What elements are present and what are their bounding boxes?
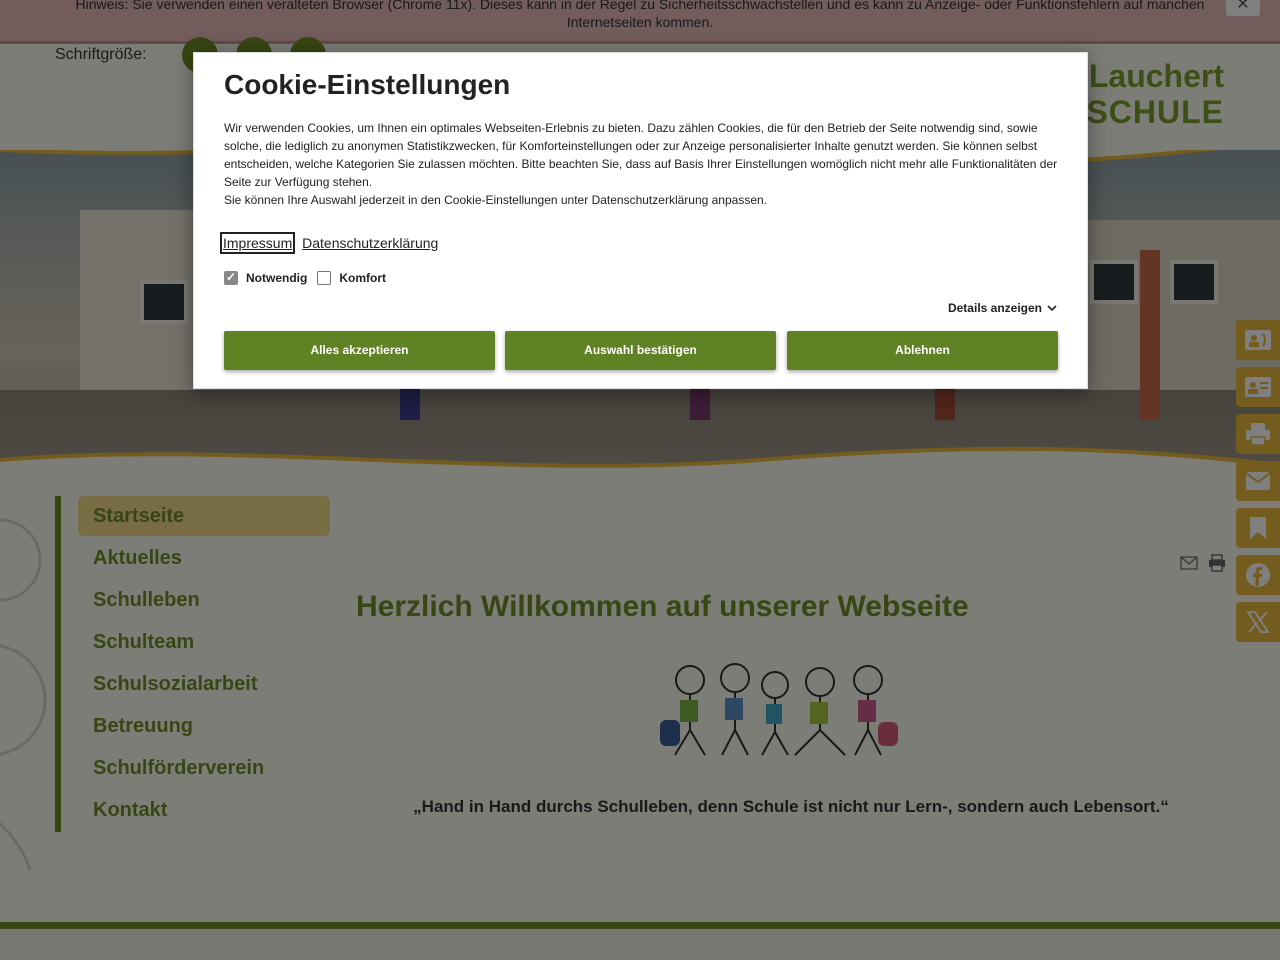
details-toggle-label: Details anzeigen bbox=[947, 301, 1042, 315]
cookie-dialog-text-1: Wir verwenden Cookies, um Ihnen ein opti… bbox=[224, 121, 1058, 189]
chevron-down-icon bbox=[1047, 305, 1057, 312]
details-toggle-button[interactable]: Details anzeigen bbox=[948, 301, 1057, 315]
cookie-dialog-buttons: Alles akzeptieren Auswahl bestätigen Abl… bbox=[224, 331, 1059, 370]
comfort-checkbox[interactable] bbox=[317, 271, 332, 285]
cookie-category-options: Notwendig Komfort bbox=[224, 270, 396, 285]
cookie-settings-dialog: Cookie-Einstellungen Wir verwenden Cooki… bbox=[193, 52, 1088, 389]
necessary-label: Notwendig bbox=[246, 271, 308, 285]
comfort-label: Komfort bbox=[339, 271, 386, 285]
cookie-dialog-links: Impressum Datenschutzerklärung bbox=[219, 232, 444, 254]
cookie-dialog-title: Cookie-Einstellungen bbox=[224, 69, 511, 100]
cookie-dialog-text-2: Sie können Ihre Auswahl jederzeit in den… bbox=[224, 193, 768, 207]
necessary-checkbox[interactable] bbox=[224, 270, 238, 285]
cookie-dialog-description: Wir verwenden Cookies, um Ihnen ein opti… bbox=[224, 119, 1064, 209]
cookie-option-comfort[interactable]: Komfort bbox=[317, 271, 386, 285]
accept-all-button[interactable]: Alles akzeptieren bbox=[224, 331, 495, 370]
confirm-selection-button[interactable]: Auswahl bestätigen bbox=[505, 331, 776, 370]
cookie-option-necessary[interactable]: Notwendig bbox=[224, 270, 308, 285]
datenschutz-link[interactable]: Datenschutzerklärung bbox=[302, 235, 438, 251]
impressum-link[interactable]: Impressum bbox=[219, 232, 296, 254]
reject-button[interactable]: Ablehnen bbox=[787, 331, 1058, 370]
